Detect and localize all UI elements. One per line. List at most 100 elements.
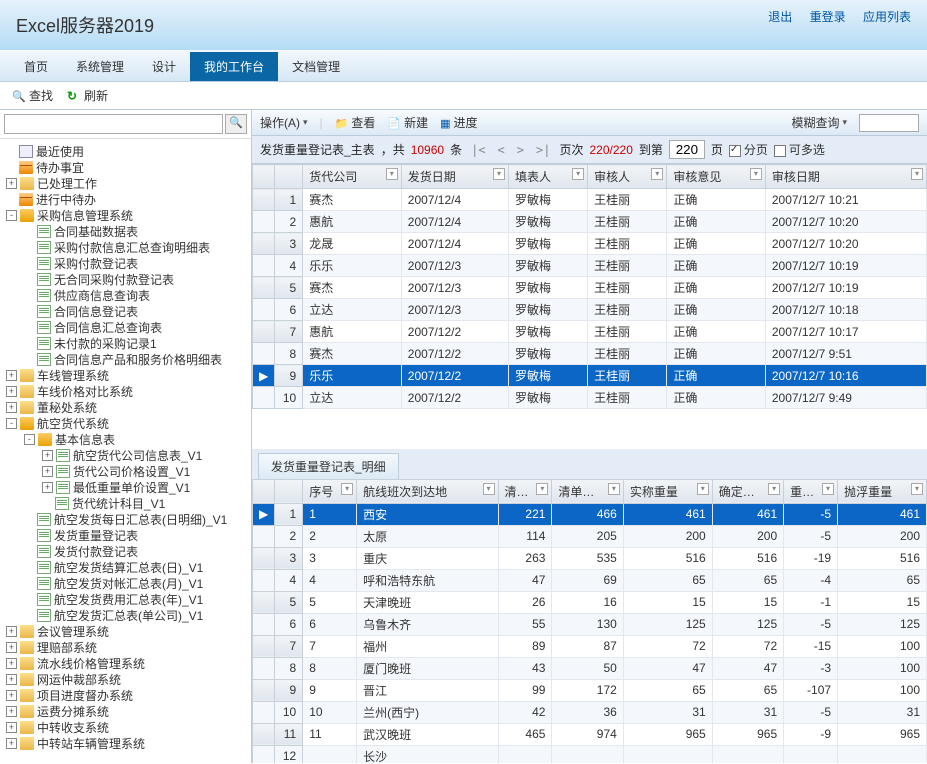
tree-item[interactable]: 合同信息登记表 — [0, 303, 251, 319]
table-row[interactable]: ▶11西安221466461461-5461 — [253, 503, 927, 525]
expand-icon[interactable]: + — [6, 402, 17, 413]
expand-icon[interactable]: + — [6, 178, 17, 189]
table-row[interactable]: 1111武汉晚班465974965965-9965 — [253, 723, 927, 745]
detail-grid[interactable]: 序号▾航线班次到达地▾清…▾清单…▾实称重量▾确定…▾重…▾抛浮重量▾▶11西安… — [252, 479, 927, 764]
table-row[interactable]: 10立达2007/12/2罗敏梅王桂丽正确2007/12/7 9:49 — [253, 387, 927, 409]
filter-icon[interactable]: ▾ — [341, 483, 353, 495]
table-row[interactable]: 66乌鲁木齐55130125125-5125 — [253, 613, 927, 635]
table-row[interactable]: 5赛杰2007/12/3罗敏梅王桂丽正确2007/12/7 10:19 — [253, 277, 927, 299]
detail-tab[interactable]: 发货重量登记表_明细 — [258, 453, 399, 479]
expand-icon[interactable]: + — [6, 674, 17, 685]
link-relogin[interactable]: 重登录 — [810, 10, 846, 24]
tree-item[interactable]: 最近使用 — [0, 143, 251, 159]
column-header[interactable]: 确定…▾ — [712, 479, 783, 503]
tree-item[interactable]: 无合同采购付款登记表 — [0, 271, 251, 287]
table-row[interactable]: 88厦门晚班43504747-3100 — [253, 657, 927, 679]
tree-item[interactable]: +最低重量单价设置_V1 — [0, 479, 251, 495]
expand-icon[interactable]: + — [42, 466, 53, 477]
column-header[interactable]: 审核人▾ — [588, 165, 667, 189]
page-last[interactable]: >| — [533, 143, 553, 157]
table-row[interactable]: 55天津晚班26161515-115 — [253, 591, 927, 613]
tree-item[interactable]: +车线价格对比系统 — [0, 383, 251, 399]
table-row[interactable]: ▶9乐乐2007/12/2罗敏梅王桂丽正确2007/12/7 10:16 — [253, 365, 927, 387]
filter-icon[interactable]: ▾ — [750, 168, 762, 180]
tree-item[interactable]: 航空发货汇总表(单公司)_V1 — [0, 607, 251, 623]
tree-item[interactable]: +流水线价格管理系统 — [0, 655, 251, 671]
find-button[interactable]: 查找 — [12, 87, 53, 104]
tree-search-button[interactable] — [225, 114, 247, 134]
expand-icon[interactable]: - — [6, 210, 17, 221]
column-header[interactable]: 填表人▾ — [509, 165, 588, 189]
tree-item[interactable]: 合同信息产品和服务价格明细表 — [0, 351, 251, 367]
filter-icon[interactable]: ▾ — [911, 168, 923, 180]
table-row[interactable]: 7惠航2007/12/2罗敏梅王桂丽正确2007/12/7 10:17 — [253, 321, 927, 343]
table-row[interactable]: 4乐乐2007/12/3罗敏梅王桂丽正确2007/12/7 10:19 — [253, 255, 927, 277]
tree-item[interactable]: +航空货代公司信息表_V1 — [0, 447, 251, 463]
column-header[interactable]: 审核日期▾ — [765, 165, 926, 189]
tree-item[interactable]: 进行中待办 — [0, 191, 251, 207]
expand-icon[interactable]: + — [42, 450, 53, 461]
expand-icon[interactable]: + — [42, 482, 53, 493]
tab-4[interactable]: 文档管理 — [278, 52, 354, 81]
expand-icon[interactable]: + — [6, 658, 17, 669]
expand-icon[interactable]: + — [6, 626, 17, 637]
expand-icon[interactable]: + — [6, 738, 17, 749]
filter-icon[interactable]: ▾ — [608, 483, 620, 495]
table-row[interactable]: 12长沙 — [253, 745, 927, 763]
table-row[interactable]: 33重庆263535516516-19516 — [253, 547, 927, 569]
column-header[interactable]: 清…▾ — [498, 479, 552, 503]
tree-item[interactable]: 采购付款登记表 — [0, 255, 251, 271]
table-row[interactable]: 99晋江991726565-107100 — [253, 679, 927, 701]
expand-icon[interactable]: + — [6, 722, 17, 733]
refresh-button[interactable]: 刷新 — [67, 87, 108, 104]
query-input[interactable] — [859, 114, 919, 132]
tab-0[interactable]: 首页 — [10, 52, 62, 81]
tree-item[interactable]: +会议管理系统 — [0, 623, 251, 639]
table-row[interactable]: 2惠航2007/12/4罗敏梅王桂丽正确2007/12/7 10:20 — [253, 211, 927, 233]
tree-item[interactable]: +项目进度督办系统 — [0, 687, 251, 703]
expand-icon[interactable]: - — [24, 434, 35, 445]
tree-search-input[interactable] — [4, 114, 223, 134]
column-header[interactable]: 重…▾ — [784, 479, 838, 503]
expand-icon[interactable]: + — [6, 370, 17, 381]
expand-icon[interactable]: - — [6, 418, 17, 429]
tab-1[interactable]: 系统管理 — [62, 52, 138, 81]
table-row[interactable]: 1010兰州(西宁)42363131-531 — [253, 701, 927, 723]
page-first[interactable]: |< — [468, 143, 488, 157]
tree-item[interactable]: +理赔部系统 — [0, 639, 251, 655]
expand-icon[interactable]: + — [6, 386, 17, 397]
tab-3[interactable]: 我的工作台 — [190, 52, 278, 81]
tree-item[interactable]: +已处理工作 — [0, 175, 251, 191]
filter-icon[interactable]: ▾ — [911, 483, 923, 495]
tree-item[interactable]: 合同基础数据表 — [0, 223, 251, 239]
tree-item[interactable]: 合同信息汇总查询表 — [0, 319, 251, 335]
new-button[interactable]: 新建 — [387, 114, 428, 131]
filter-icon[interactable]: ▾ — [483, 483, 495, 495]
page-prev[interactable]: < — [495, 143, 508, 157]
filter-icon[interactable]: ▾ — [768, 483, 780, 495]
filter-icon[interactable]: ▾ — [386, 168, 398, 180]
page-next[interactable]: > — [514, 143, 527, 157]
main-grid[interactable]: 货代公司▾发货日期▾填表人▾审核人▾审核意见▾审核日期▾1赛杰2007/12/4… — [252, 164, 927, 449]
paginate-toggle[interactable]: 分页 — [729, 141, 768, 158]
tree-item[interactable]: 航空发货费用汇总表(年)_V1 — [0, 591, 251, 607]
table-row[interactable]: 6立达2007/12/3罗敏梅王桂丽正确2007/12/7 10:18 — [253, 299, 927, 321]
column-header[interactable]: 货代公司▾ — [303, 165, 402, 189]
operate-menu[interactable]: 操作(A) — [260, 114, 308, 131]
tree-item[interactable]: +董秘处系统 — [0, 399, 251, 415]
column-header[interactable]: 序号▾ — [303, 479, 357, 503]
filter-icon[interactable]: ▾ — [493, 168, 505, 180]
view-button[interactable]: 查看 — [335, 114, 376, 131]
tree-item[interactable]: 未付款的采购记录1 — [0, 335, 251, 351]
tree-item[interactable]: 货代统计科目_V1 — [0, 495, 251, 511]
multiselect-toggle[interactable]: 可多选 — [774, 141, 825, 158]
tree-item[interactable]: 采购付款信息汇总查询明细表 — [0, 239, 251, 255]
tree-item[interactable]: 航空发货结算汇总表(日)_V1 — [0, 559, 251, 575]
tree-item[interactable]: +货代公司价格设置_V1 — [0, 463, 251, 479]
tree-item[interactable]: +中转收支系统 — [0, 719, 251, 735]
tree-item[interactable]: +运费分摊系统 — [0, 703, 251, 719]
column-header[interactable]: 实称重量▾ — [623, 479, 712, 503]
link-applist[interactable]: 应用列表 — [863, 10, 911, 24]
expand-icon[interactable]: + — [6, 642, 17, 653]
progress-button[interactable]: 进度 — [440, 114, 477, 131]
